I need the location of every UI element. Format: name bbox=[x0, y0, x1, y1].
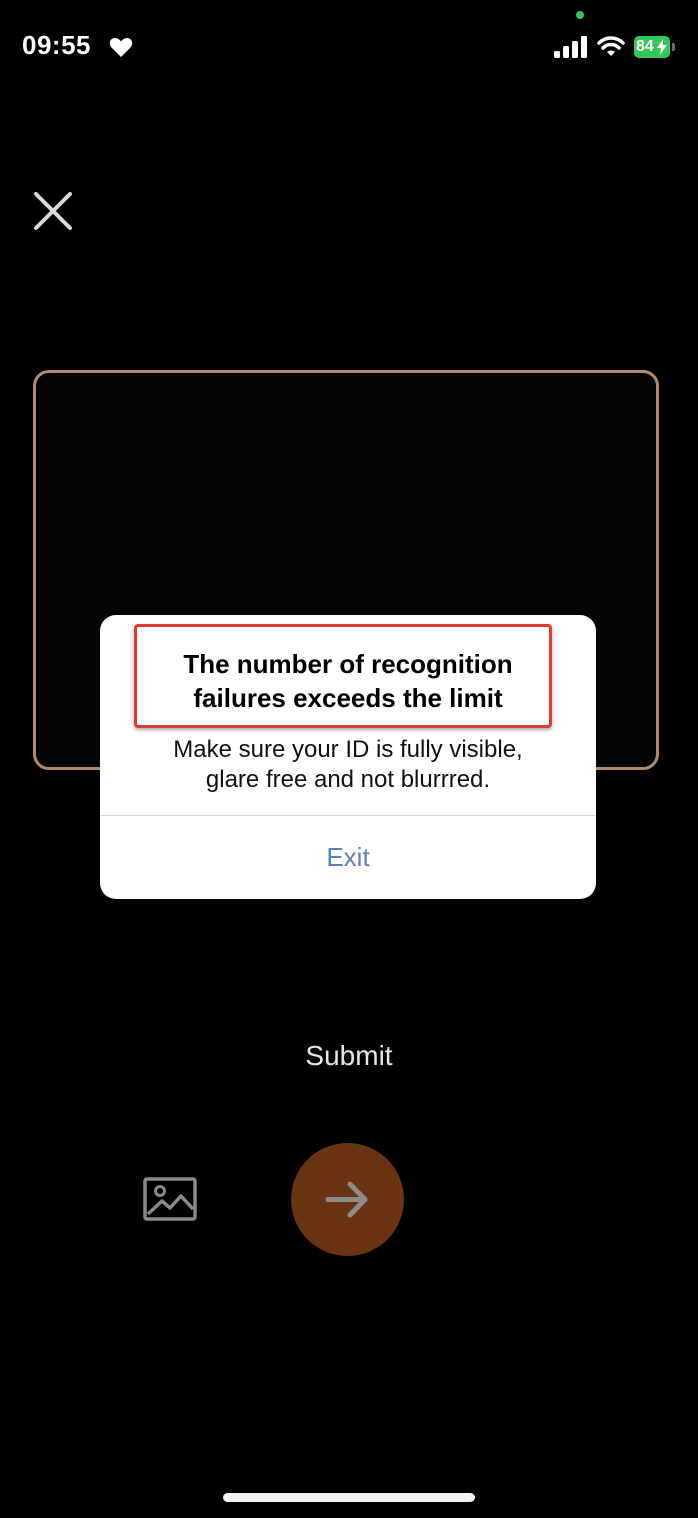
camera-in-use-dot bbox=[576, 11, 584, 19]
battery-charging-icon: 84 bbox=[634, 36, 676, 58]
dialog-title-line1: The number of recognition bbox=[183, 649, 513, 679]
dialog-message: Make sure your ID is fully visible, glar… bbox=[100, 735, 596, 795]
error-dialog: The number of recognition failures excee… bbox=[100, 615, 596, 899]
close-icon[interactable] bbox=[28, 186, 78, 236]
arrow-right-icon bbox=[325, 1181, 368, 1218]
status-bar: 09:55 84 bbox=[0, 0, 698, 90]
submit-label: Submit bbox=[305, 1040, 393, 1071]
cellular-signal-icon bbox=[554, 36, 587, 58]
exit-button[interactable]: Exit bbox=[100, 816, 596, 899]
home-indicator[interactable] bbox=[223, 1493, 475, 1502]
gallery-image-icon[interactable] bbox=[142, 1176, 198, 1222]
dialog-title: The number of recognition failures excee… bbox=[100, 647, 596, 715]
dialog-message-line2: glare free and not blurrred. bbox=[205, 766, 491, 793]
dialog-title-line2: failures exceeds the limit bbox=[193, 683, 503, 713]
lightning-icon bbox=[657, 39, 667, 55]
dialog-message-line1: Make sure your ID is fully visible, bbox=[173, 736, 523, 763]
heart-icon bbox=[109, 38, 133, 57]
battery-level: 84 bbox=[636, 38, 654, 55]
status-time: 09:55 bbox=[22, 30, 91, 60]
next-button[interactable] bbox=[291, 1143, 404, 1256]
wifi-icon bbox=[597, 36, 625, 56]
